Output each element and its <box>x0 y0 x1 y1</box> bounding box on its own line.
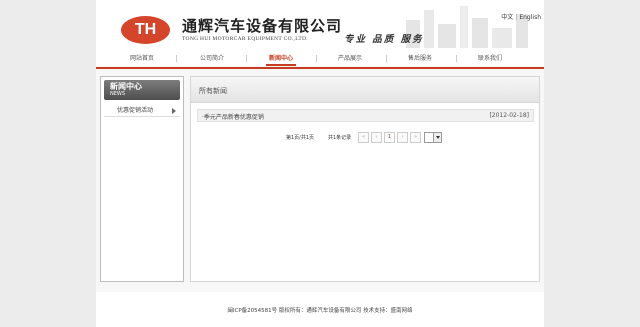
language-switcher: 中文 | English <box>501 12 541 21</box>
nav-item-service[interactable]: 售后服务 <box>408 53 432 62</box>
pagination: 第1页/共1页 共1条记录 « ‹ 1 › » <box>286 132 486 144</box>
footer-copyright: 闽ICP备2054581号 版权所有：通辉汽车设备有限公司 技术支持：盛南网络 <box>227 308 413 314</box>
sidebar-header: 新闻中心 NEWS <box>104 80 180 100</box>
record-count: 共1条记录 <box>328 135 352 141</box>
nav-item-about[interactable]: 公司简介 <box>200 53 224 62</box>
company-name-en: TONG HUI MOTORCAR EQUIPMENT CO.,LTD. <box>182 36 308 42</box>
main-header: 所有新闻 <box>191 77 539 103</box>
nav-divider <box>316 55 317 62</box>
sidebar-title: 新闻中心 <box>110 82 142 91</box>
news-title-link[interactable]: ·季元产品新春优惠促销 <box>202 112 264 121</box>
list-item[interactable]: ·季元产品新春优惠促销 [2012-02-18] <box>197 109 534 122</box>
nav-item-contact[interactable]: 联系我们 <box>478 53 502 62</box>
company-logo[interactable]: TH <box>121 16 170 44</box>
nav-item-products[interactable]: 产品展示 <box>338 53 362 62</box>
nav-divider <box>456 55 457 62</box>
page-select[interactable] <box>424 132 442 143</box>
last-page-button[interactable]: » <box>410 132 421 143</box>
lang-english-link[interactable]: English <box>519 14 541 21</box>
company-name-cn: 通辉汽车设备有限公司 <box>182 17 343 35</box>
nav-underline-rule <box>96 67 544 69</box>
nav-divider <box>176 55 177 62</box>
sidebar-item-label: 优惠促销活动 <box>117 107 154 114</box>
prev-page-button[interactable]: ‹ <box>371 132 382 143</box>
chevron-down-icon <box>433 133 441 142</box>
nav-item-news[interactable]: 新闻中心 <box>265 53 297 66</box>
page-info: 第1页/共1页 <box>286 135 315 141</box>
main-nav: 网站首页 公司简介 新闻中心 产品展示 售后服务 联系我们 <box>96 50 544 66</box>
news-date: [2012-02-18] <box>489 112 529 119</box>
sidebar-subtitle: NEWS <box>110 91 126 97</box>
slogan: 专业 品质 服务 <box>344 34 424 45</box>
first-page-button[interactable]: « <box>358 132 369 143</box>
sidebar-item-promotions[interactable]: 优惠促销活动 <box>104 105 180 117</box>
main-content: 所有新闻 ·季元产品新春优惠促销 [2012-02-18] <box>190 76 540 282</box>
lang-separator: | <box>515 14 518 21</box>
lang-chinese-link[interactable]: 中文 <box>501 14 513 21</box>
arrow-right-icon <box>172 108 176 114</box>
page-number-button[interactable]: 1 <box>384 132 395 143</box>
header: TH 通辉汽车设备有限公司 TONG HUI MOTORCAR EQUIPMEN… <box>96 0 544 66</box>
page-container: TH 通辉汽车设备有限公司 TONG HUI MOTORCAR EQUIPMEN… <box>96 0 544 327</box>
nav-item-home[interactable]: 网站首页 <box>130 53 154 62</box>
nav-divider <box>386 55 387 62</box>
page-title: 所有新闻 <box>199 87 227 95</box>
sidebar: 新闻中心 NEWS 优惠促销活动 <box>100 76 184 282</box>
nav-divider <box>246 55 247 62</box>
next-page-button[interactable]: › <box>397 132 408 143</box>
